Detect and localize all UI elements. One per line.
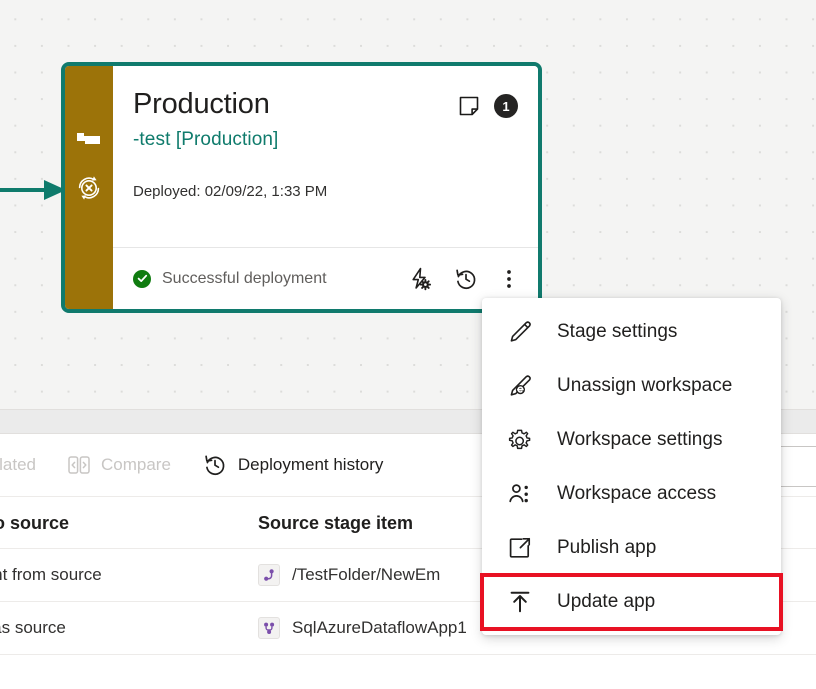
menu-item-unassign-workspace[interactable]: Unassign workspace [482,359,781,413]
deployment-history-icon [203,453,227,477]
upload-icon [507,589,533,615]
command-related[interactable]: related [0,434,52,496]
deployment-status: Successful deployment [133,269,408,288]
deployment-rules-icon[interactable] [408,267,432,291]
stage-card-header: Production 1 [133,88,518,120]
stage-item-count-badge[interactable]: 1 [494,94,518,118]
flag-icon [76,132,102,148]
command-related-label: related [0,455,36,474]
table-cell-compare: e as source [0,601,258,655]
command-deployment-history-label: Deployment history [237,455,384,474]
deployment-status-label: Successful deployment [162,269,327,287]
menu-item-workspace-settings[interactable]: Workspace settings [482,413,781,467]
table-cell-source-item-label: /TestFolder/NewEm [292,565,441,584]
table-header-compare: l to source [0,497,258,549]
stage-workspace-name: -test [Production] [133,129,279,151]
stage-deployed-timestamp: Deployed: 02/09/22, 1:33 PM [133,183,328,201]
menu-item-stage-settings[interactable]: Stage settings [482,305,781,359]
sticky-note-icon[interactable] [458,95,480,117]
menu-item-workspace-access[interactable]: Workspace access [482,467,781,521]
stage-card-main: Production 1 -test [Production] Deployed… [113,66,538,247]
menu-item-stage-settings-label: Stage settings [557,321,678,342]
stage-header-actions: 1 [458,88,518,118]
stage-card-footer: Successful deployment [113,247,538,309]
compare-icon [68,455,90,475]
deployment-pipeline-screen: Production 1 -test [Production] Deployed… [0,0,816,689]
dataflow-icon [258,564,280,586]
stage-title: Production [133,88,270,120]
deployment-history-icon[interactable] [454,267,478,291]
sync-error-icon [75,174,103,202]
gear-icon [507,427,533,453]
people-icon [507,481,533,507]
command-compare[interactable]: Compare [52,434,187,496]
menu-item-workspace-access-label: Workspace access [557,483,717,504]
menu-item-unassign-workspace-label: Unassign workspace [557,375,733,396]
more-options-icon[interactable] [500,267,518,291]
table-cell-source-item-label: SqlAzureDataflowApp1 [292,618,467,637]
menu-item-update-app-label: Update app [557,591,656,612]
open-in-new-icon [507,535,533,561]
table-cell-compare: rent from source [0,548,258,602]
command-deployment-history[interactable]: Deployment history [187,434,400,496]
stage-card-rail [65,66,113,309]
production-stage-card[interactable]: Production 1 -test [Production] Deployed… [61,62,542,313]
dataflow-icon [258,617,280,639]
stage-card-body: Production 1 -test [Production] Deployed… [113,66,538,309]
pencil-unassign-icon [507,373,533,399]
command-compare-label: Compare [100,455,171,474]
check-circle-icon [133,269,151,288]
menu-item-workspace-settings-label: Workspace settings [557,429,723,450]
pencil-icon [507,319,533,345]
menu-item-update-app[interactable]: Update app [480,573,783,631]
menu-item-publish-app[interactable]: Publish app [482,521,781,575]
menu-item-publish-app-label: Publish app [557,537,657,558]
stage-context-menu[interactable]: Stage settings Unassign workspace Worksp… [480,298,783,635]
stage-footer-actions [408,267,524,291]
